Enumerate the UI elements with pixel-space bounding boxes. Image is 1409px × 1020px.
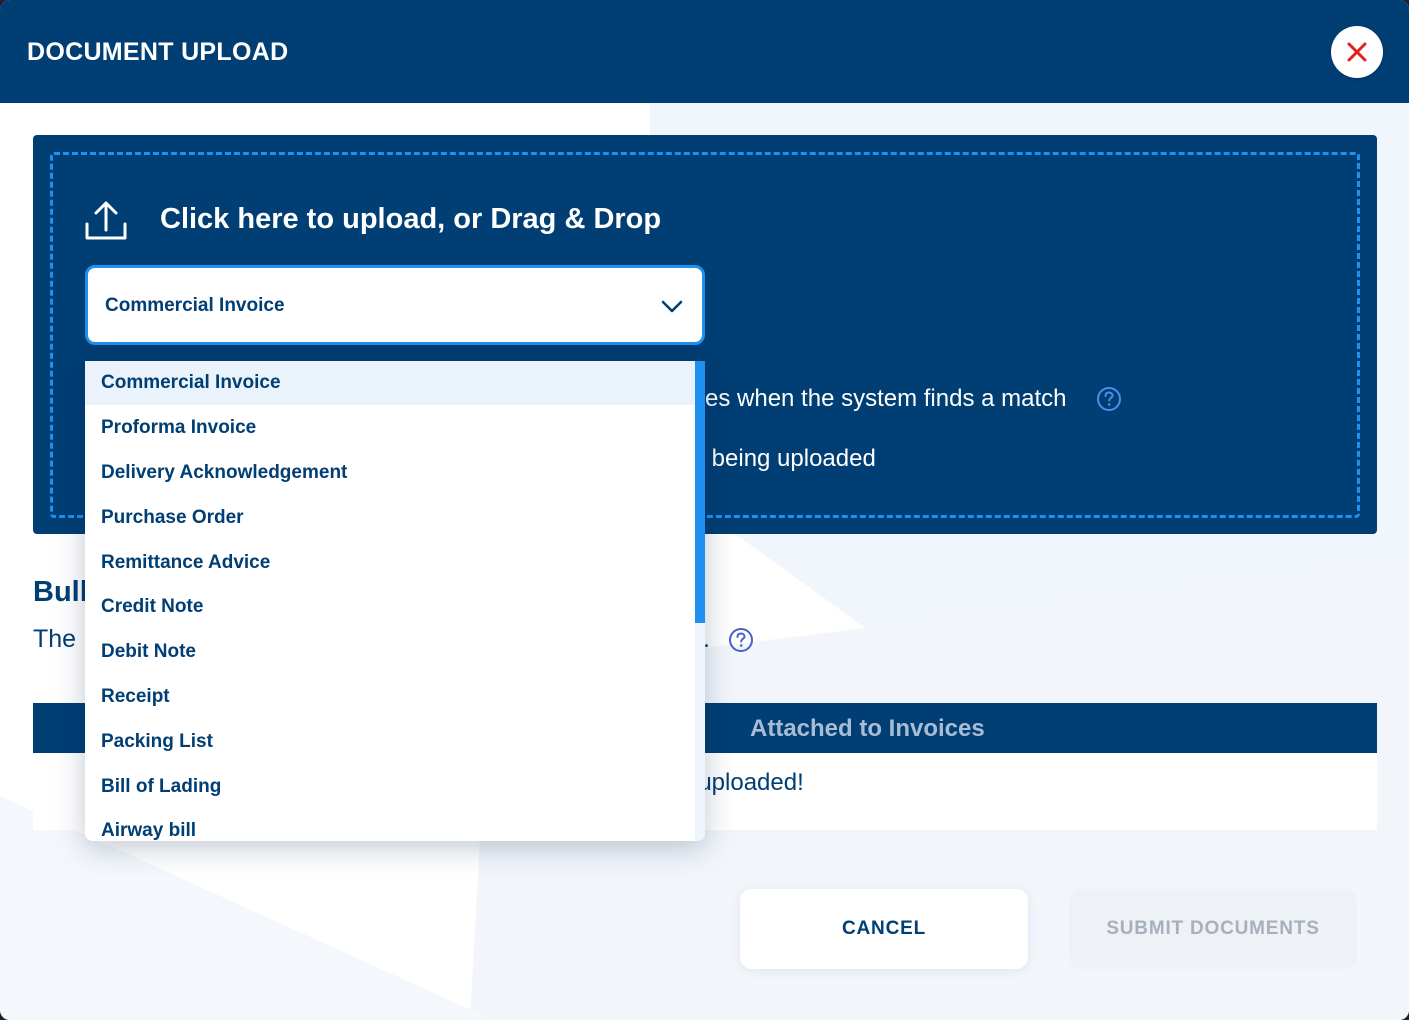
dropdown-option-airway-bill[interactable]: Airway bill — [85, 809, 695, 841]
upload-prompt[interactable]: Click here to upload, or Drag & Drop — [160, 203, 661, 236]
close-button[interactable] — [1331, 26, 1383, 78]
chevron-down-icon — [661, 300, 683, 313]
modal-title: DOCUMENT UPLOAD — [27, 38, 289, 66]
dropdown-option-credit-note[interactable]: Credit Note — [85, 585, 695, 629]
dropdown-option-bill-of-lading[interactable]: Bill of Lading — [85, 765, 695, 809]
dropdown-option-commercial-invoice[interactable]: Commercial Invoice — [85, 361, 695, 405]
bulk-section-title: Bull — [33, 576, 88, 608]
dropdown-option-delivery-acknowledgement[interactable]: Delivery Acknowledgement — [85, 451, 695, 495]
help-circle-icon[interactable] — [1096, 386, 1122, 412]
dropdown-option-proforma-invoice[interactable]: Proforma Invoice — [85, 406, 695, 450]
document-upload-modal: DOCUMENT UPLOAD Click here to upload, or… — [0, 0, 1409, 1020]
auto-attach-option-text: ces when the system finds a match — [693, 385, 1067, 412]
dropdown-option-remittance-advice[interactable]: Remittance Advice — [85, 541, 695, 585]
dropdown-option-receipt[interactable]: Receipt — [85, 675, 695, 719]
dropdown-option-debit-note[interactable]: Debit Note — [85, 630, 695, 674]
document-type-select[interactable]: Commercial Invoice — [85, 265, 705, 345]
cancel-button[interactable]: CANCEL — [740, 889, 1028, 969]
document-type-selected-value: Commercial Invoice — [105, 295, 285, 316]
dropdown-option-purchase-order[interactable]: Purchase Order — [85, 496, 695, 540]
modal-header: DOCUMENT UPLOAD — [0, 0, 1409, 103]
dropdown-scroll-thumb[interactable] — [695, 361, 705, 623]
close-icon — [1347, 42, 1367, 62]
document-type-dropdown: Commercial Invoice Proforma Invoice Deli… — [85, 361, 705, 841]
submit-documents-button[interactable]: SUBMIT DOCUMENTS — [1069, 889, 1357, 969]
help-circle-icon[interactable] — [728, 627, 754, 653]
upload-icon — [85, 201, 127, 240]
dropdown-scrollbar[interactable] — [695, 361, 705, 841]
bulk-section-description: The — [33, 625, 77, 653]
column-attached-to-invoices: Attached to Invoices — [750, 715, 985, 742]
upload-option-text: s being uploaded — [693, 445, 876, 472]
dropdown-option-packing-list[interactable]: Packing List — [85, 720, 695, 764]
